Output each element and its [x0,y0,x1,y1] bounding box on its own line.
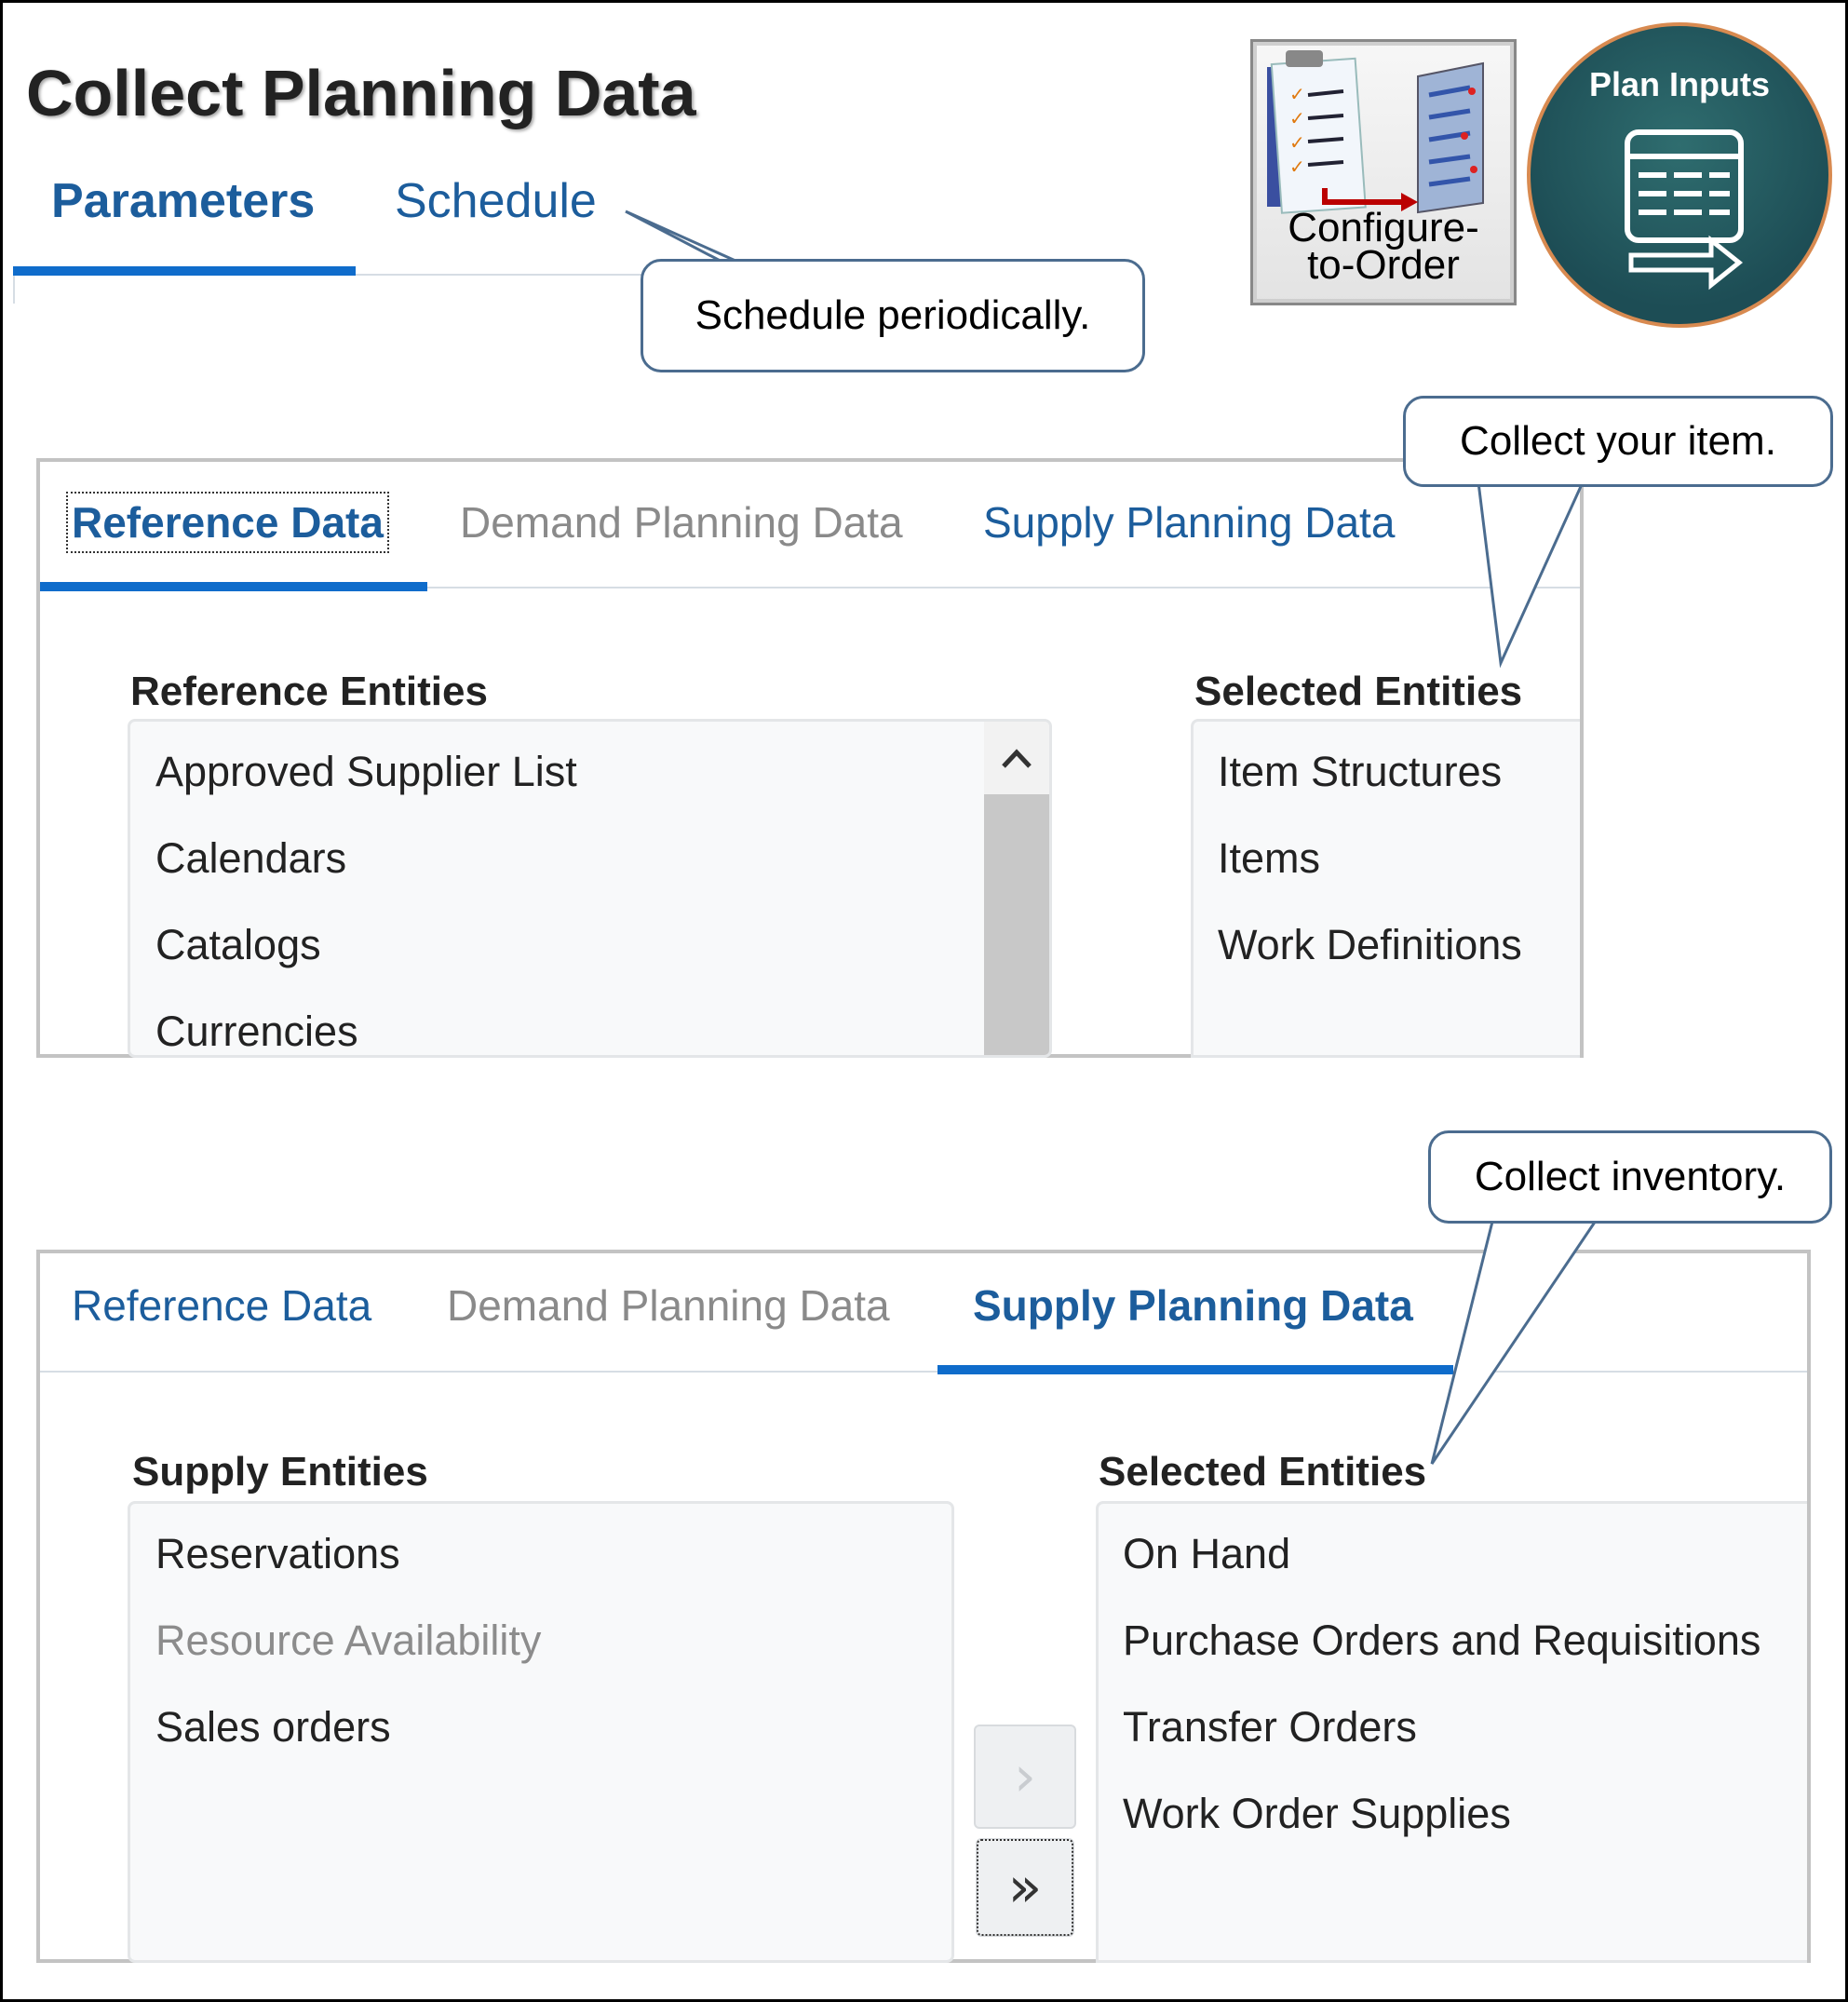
callout-inventory: Collect inventory. [1428,1130,1832,1224]
double-chevron-right-icon: » [1007,1855,1043,1920]
list-item[interactable]: Transfer Orders [1123,1703,1417,1752]
supply-entities-list[interactable]: Reservations Resource Availability Sales… [128,1501,954,1963]
callout-inventory-pointer [1430,1216,1600,1465]
list-item[interactable]: Reservations [155,1530,400,1578]
list-item[interactable]: Purchase Orders and Requisitions [1123,1616,1760,1665]
list-item[interactable]: Sales orders [155,1703,391,1752]
move-all-button[interactable]: » [976,1838,1074,1937]
list-item: Resource Availability [155,1616,542,1664]
list-item[interactable]: Work Order Supplies [1123,1790,1511,1838]
chevron-right-icon: › [1014,1744,1036,1809]
move-selected-button[interactable]: › [974,1725,1076,1829]
selected-entities-list[interactable]: On Hand Purchase Orders and Requisitions… [1096,1501,1807,1963]
list-item[interactable]: On Hand [1123,1530,1290,1578]
